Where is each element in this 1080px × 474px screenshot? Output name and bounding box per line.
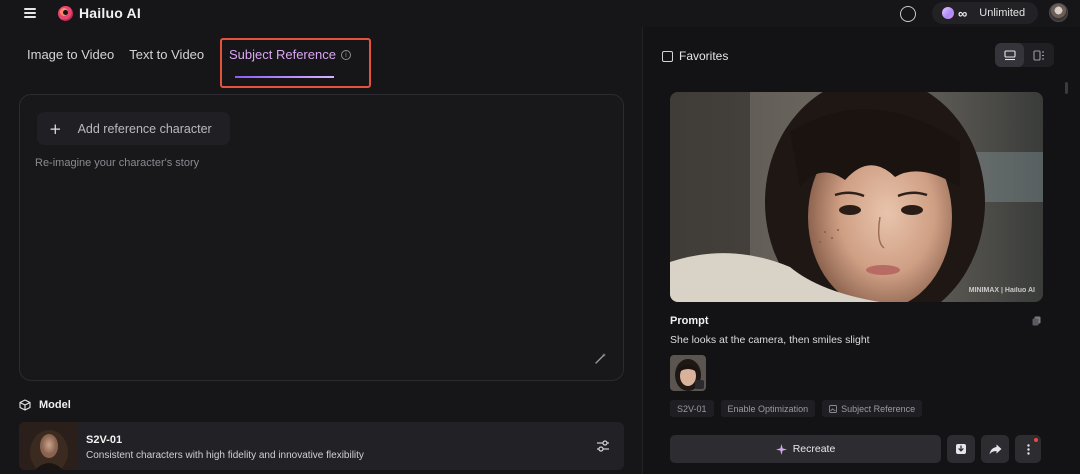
download-button[interactable] [947, 435, 975, 463]
watermark: MINIMAX | Hailuo AI [968, 287, 1035, 294]
card-view-button[interactable] [995, 43, 1024, 67]
magic-wand-icon[interactable] [595, 352, 607, 364]
view-toggle [995, 43, 1054, 67]
card-view-icon [1003, 49, 1016, 60]
share-button[interactable] [981, 435, 1009, 463]
copy-icon[interactable] [1032, 316, 1041, 326]
split-view-icon [1032, 49, 1044, 61]
add-reference-button[interactable]: + Add reference character [37, 112, 230, 145]
recreate-label: Recreate [792, 443, 836, 455]
add-reference-label: Add reference character [77, 121, 212, 136]
model-section-header: Model [19, 399, 71, 411]
model-thumbnail [19, 422, 77, 470]
sliders-icon[interactable] [596, 439, 610, 453]
split-view-button[interactable] [1024, 43, 1053, 67]
model-name: S2V-01 [86, 434, 123, 446]
tag-model: S2V-01 [670, 400, 714, 417]
app-name: Hailuo AI [79, 5, 141, 21]
model-selector[interactable]: S2V-01 Consistent characters with high f… [19, 422, 624, 470]
user-avatar[interactable] [1049, 3, 1068, 22]
favorites-filter[interactable]: Favorites [662, 49, 728, 63]
download-icon [956, 444, 966, 454]
tag-subject-reference: Subject Reference [822, 400, 923, 417]
prompt-box[interactable]: + Add reference character Re-imagine you… [19, 94, 624, 381]
gem-icon [942, 7, 954, 19]
app-logo[interactable]: Hailuo AI [58, 5, 141, 21]
plan-label: Unlimited [979, 7, 1026, 19]
infinity-icon: ∞ [958, 5, 968, 21]
discord-icon[interactable] [900, 6, 916, 22]
image-icon [829, 404, 838, 413]
gallery-panel: Favorites MINIMAX | Hailuo AI Prompt She… [644, 27, 1080, 474]
video-preview[interactable]: MINIMAX | Hailuo AI [670, 92, 1043, 302]
logo-icon [58, 5, 73, 21]
recreate-button[interactable]: Recreate [670, 435, 941, 463]
model-description: Consistent characters with high fidelity… [86, 450, 364, 461]
prompt-label: Prompt [670, 315, 709, 327]
favorites-checkbox[interactable] [662, 50, 673, 62]
prompt-text: She looks at the camera, then smiles sli… [670, 334, 870, 346]
more-vertical-icon [1026, 443, 1030, 455]
tab-subject-reference[interactable]: Subject Reference i [229, 47, 351, 62]
active-tab-highlight [220, 38, 371, 88]
generation-tags: S2V-01 Enable Optimization Subject Refer… [670, 400, 923, 417]
sparkle-icon [775, 443, 787, 455]
reference-thumbnail[interactable] [670, 355, 706, 391]
mode-tabs: Image to Video Text to Video [27, 47, 204, 69]
creation-panel: Image to Video Text to Video Subject Ref… [0, 27, 643, 474]
scrollbar[interactable] [1065, 82, 1068, 94]
info-icon[interactable]: i [340, 49, 351, 60]
menu-icon[interactable] [24, 8, 36, 18]
active-tab-underline [235, 76, 334, 78]
model-section-title: Model [39, 399, 71, 411]
plus-icon: + [49, 119, 62, 138]
prompt-input[interactable]: Re-imagine your character's story [35, 157, 199, 169]
share-icon [989, 444, 1001, 454]
tab-image-to-video[interactable]: Image to Video [27, 47, 114, 69]
top-bar: Hailuo AI ∞ Unlimited [0, 0, 1080, 27]
tag-optimization: Enable Optimization [720, 400, 816, 417]
plan-badge[interactable]: ∞ Unlimited [932, 2, 1038, 24]
tab-text-to-video[interactable]: Text to Video [129, 47, 204, 69]
more-options-button[interactable] [1015, 435, 1041, 463]
notification-dot [1034, 438, 1038, 442]
favorites-label: Favorites [679, 49, 729, 63]
cube-icon [19, 399, 31, 411]
tag-subject-reference-label: Subject Reference [841, 403, 916, 414]
tab-subject-reference-label: Subject Reference [229, 47, 336, 62]
